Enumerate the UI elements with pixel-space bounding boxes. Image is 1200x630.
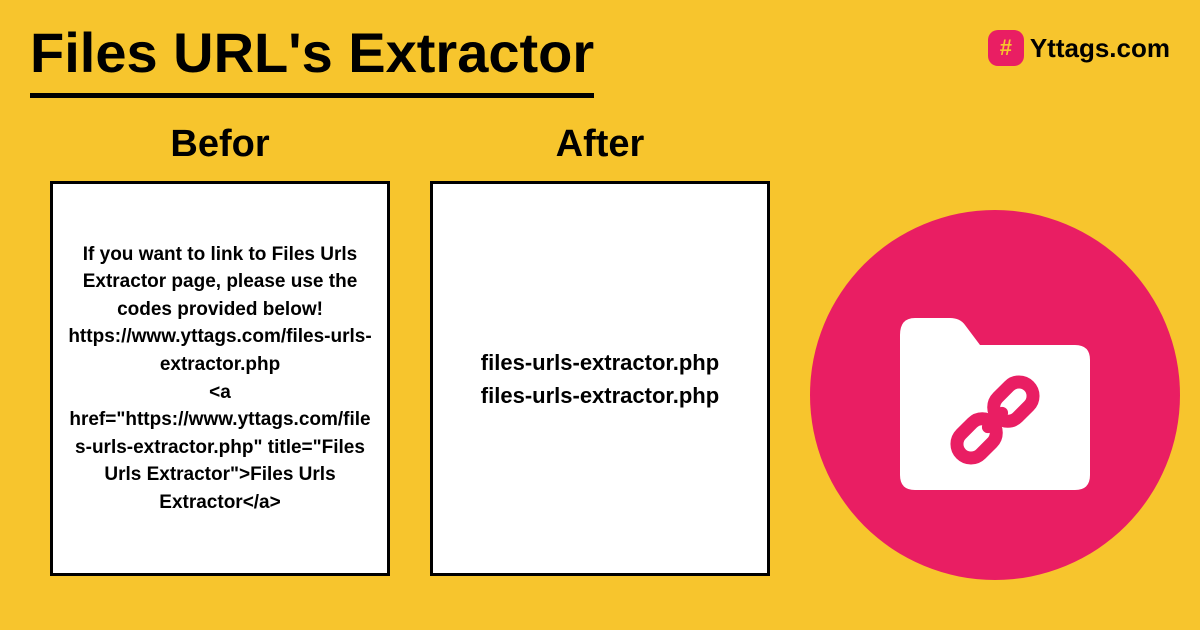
brand-logo: # Yttags.com <box>988 30 1170 66</box>
folder-link-icon <box>870 285 1120 505</box>
after-column: After files-urls-extractor.php files-url… <box>430 123 770 576</box>
brand-icon-symbol: # <box>1000 35 1012 61</box>
main-icon-circle <box>810 210 1180 580</box>
after-line-2: files-urls-extractor.php <box>481 379 719 412</box>
before-label: Befor <box>170 123 269 166</box>
before-column: Befor If you want to link to Files Urls … <box>50 123 390 576</box>
after-content: files-urls-extractor.php files-urls-extr… <box>481 346 719 412</box>
after-label: After <box>556 123 645 166</box>
brand-name: Yttags.com <box>1030 33 1170 64</box>
hashtag-icon: # <box>988 30 1024 66</box>
header: Files URL's Extractor # Yttags.com <box>0 0 1200 108</box>
before-content: If you want to link to Files Urls Extrac… <box>65 241 375 516</box>
before-box: If you want to link to Files Urls Extrac… <box>50 181 390 576</box>
after-line-1: files-urls-extractor.php <box>481 346 719 379</box>
page-title: Files URL's Extractor <box>30 20 594 98</box>
after-box: files-urls-extractor.php files-urls-extr… <box>430 181 770 576</box>
